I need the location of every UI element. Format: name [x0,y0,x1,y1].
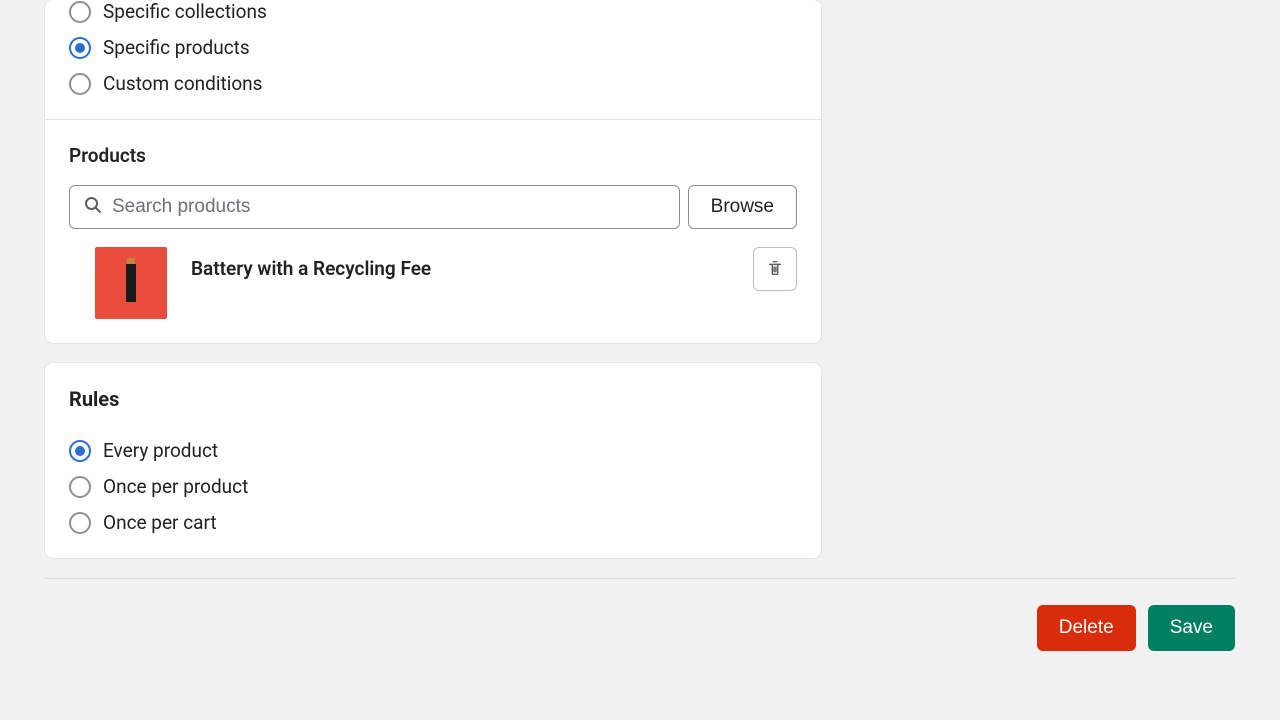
rules-section-title: Rules [69,387,797,411]
radio-label: Custom conditions [103,72,262,95]
rules-radio-group: Every product Once per product Once per … [69,439,797,534]
footer-actions: Delete Save [45,605,1235,651]
search-input[interactable] [69,185,680,229]
radio-label: Every product [103,439,218,462]
radio-icon [69,476,91,498]
delete-button[interactable]: Delete [1037,605,1136,651]
product-row: Battery with a Recycling Fee [69,247,797,319]
product-name: Battery with a Recycling Fee [191,247,729,280]
search-wrapper [69,185,680,229]
radio-label: Specific products [103,36,250,59]
apply-to-radio-group: Specific collections Specific products C… [69,0,797,95]
footer-divider [45,578,1235,579]
radio-specific-collections[interactable]: Specific collections [69,0,797,23]
radio-icon [69,440,91,462]
radio-icon [69,512,91,534]
radio-label: Specific collections [103,0,267,23]
products-section-title: Products [69,144,797,167]
search-icon [83,195,103,219]
save-button[interactable]: Save [1148,605,1235,651]
browse-button[interactable]: Browse [688,185,797,229]
radio-icon [69,37,91,59]
radio-custom-conditions[interactable]: Custom conditions [69,72,797,95]
radio-once-per-cart[interactable]: Once per cart [69,511,797,534]
product-thumbnail [95,247,167,319]
radio-icon [69,1,91,23]
trash-icon [766,259,784,280]
radio-label: Once per product [103,475,248,498]
battery-icon [126,264,136,302]
radio-label: Once per cart [103,511,217,534]
radio-every-product[interactable]: Every product [69,439,797,462]
radio-once-per-product[interactable]: Once per product [69,475,797,498]
remove-product-button[interactable] [753,247,797,291]
radio-icon [69,73,91,95]
radio-specific-products[interactable]: Specific products [69,36,797,59]
